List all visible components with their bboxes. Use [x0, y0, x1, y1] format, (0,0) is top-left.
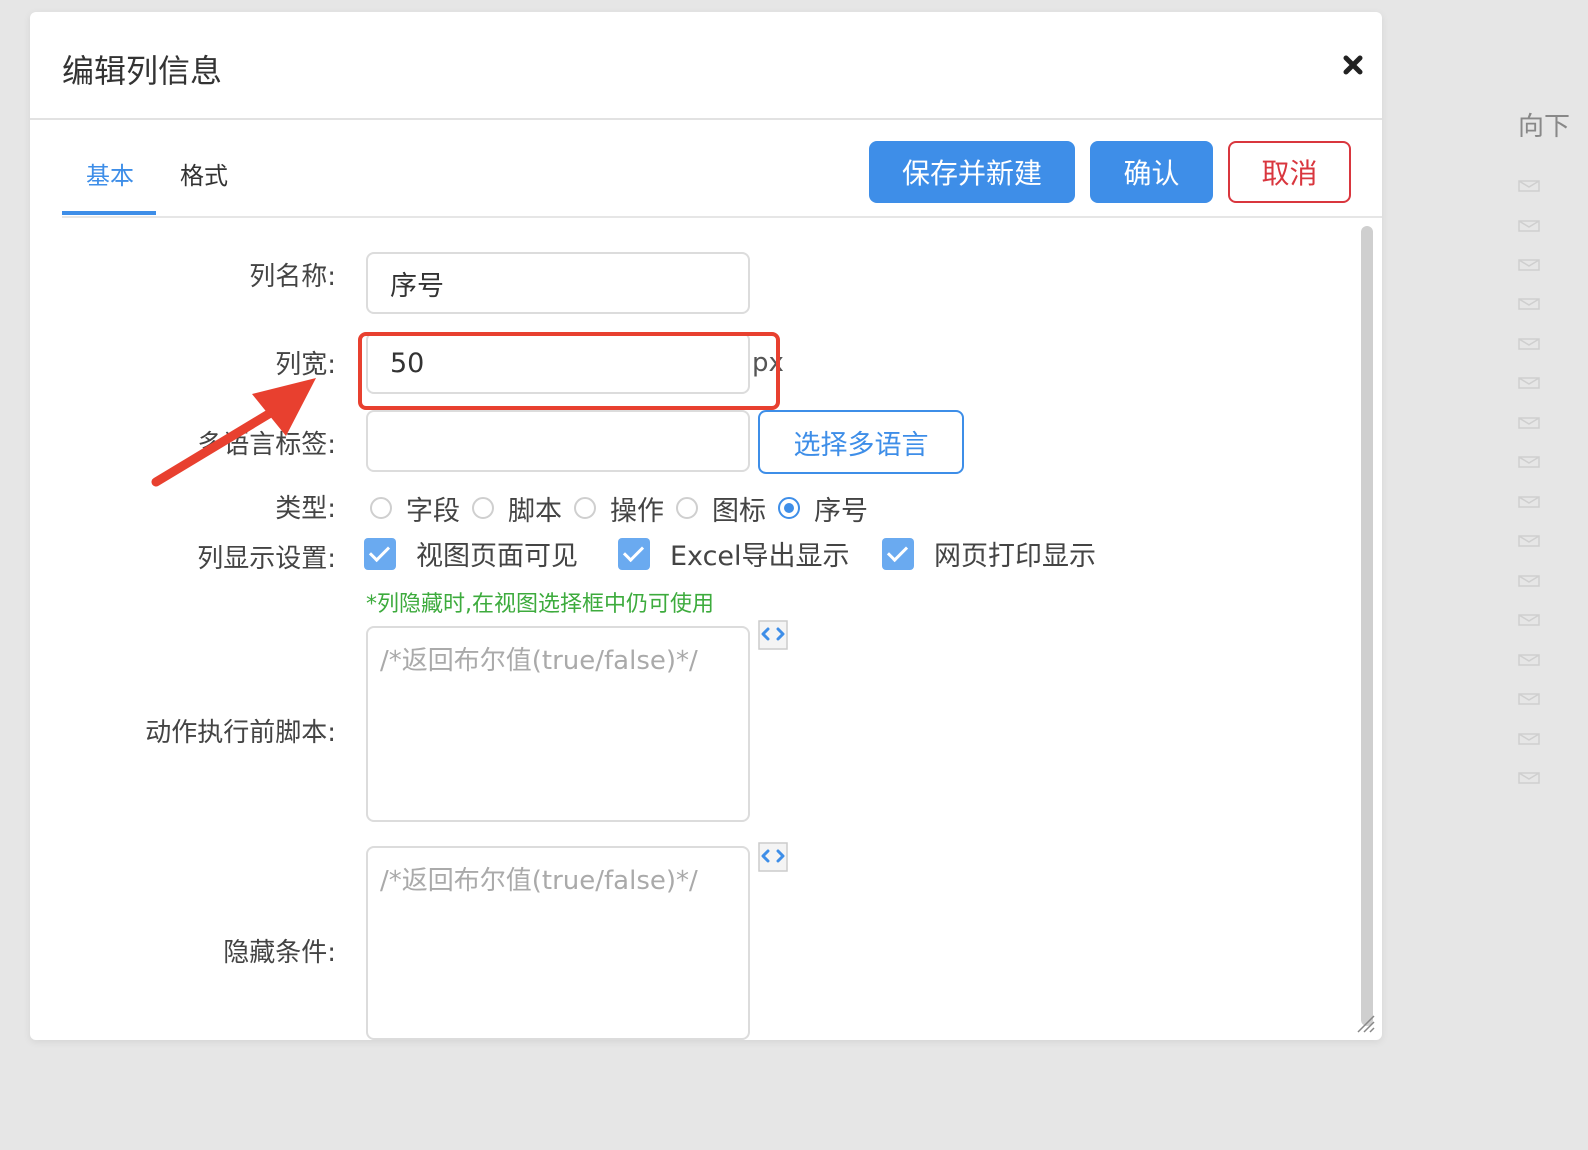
envelope-icon: [1518, 377, 1540, 389]
radio-label: 序号: [814, 495, 868, 527]
radio-label: 字段: [406, 495, 460, 527]
close-icon[interactable]: [1338, 50, 1368, 80]
i18n-tag-label: 多语言标签:: [197, 430, 336, 460]
display-settings-label: 列显示设置:: [197, 544, 336, 574]
tab-format[interactable]: 格式: [180, 156, 228, 191]
envelope-icon: [1518, 535, 1540, 547]
dialog-header: 编辑列信息: [30, 12, 1382, 120]
resize-grip-icon[interactable]: [1352, 1010, 1376, 1034]
radio-circle-selected[interactable]: [778, 497, 800, 519]
code-editor-icon[interactable]: [758, 620, 788, 650]
type-label: 类型:: [275, 494, 336, 524]
confirm-button[interactable]: 确认: [1090, 141, 1213, 203]
type-option-serial[interactable]: 序号: [778, 489, 868, 528]
pre-action-script-textarea[interactable]: [366, 626, 750, 822]
type-option-field[interactable]: 字段: [370, 489, 460, 528]
envelope-icon: [1518, 772, 1540, 784]
column-width-unit: px: [752, 348, 784, 378]
column-name-input[interactable]: [366, 252, 750, 314]
envelope-icon: [1518, 654, 1540, 666]
checkbox-label: 网页打印显示: [934, 541, 1096, 572]
envelope-icon: [1518, 456, 1540, 468]
type-option-script[interactable]: 脚本: [472, 489, 562, 528]
checkbox-label: Excel导出显示: [670, 541, 850, 572]
envelope-icon: [1518, 338, 1540, 350]
type-option-icon[interactable]: 图标: [676, 489, 766, 528]
hidden-column-hint: *列隐藏时,在视图选择框中仍可使用: [366, 592, 714, 617]
tab-basic[interactable]: 基本: [86, 156, 134, 191]
envelope-icon: [1518, 220, 1540, 232]
radio-label: 操作: [610, 495, 664, 527]
hide-condition-textarea[interactable]: [366, 846, 750, 1040]
i18n-tag-input[interactable]: [366, 410, 750, 472]
hide-condition-label: 隐藏条件:: [223, 938, 336, 968]
view-visible-checkbox[interactable]: 视图页面可见: [364, 534, 578, 573]
type-radio-group: 字段 脚本 操作 图标 序号: [370, 489, 880, 528]
radio-circle[interactable]: [370, 497, 392, 519]
column-width-label: 列宽:: [275, 350, 336, 380]
radio-label: 图标: [712, 495, 766, 527]
envelope-icon: [1518, 733, 1540, 745]
cancel-button[interactable]: 取消: [1228, 141, 1351, 203]
type-option-action[interactable]: 操作: [574, 489, 664, 528]
column-width-input[interactable]: [366, 332, 750, 394]
envelope-icon: [1518, 417, 1540, 429]
radio-circle[interactable]: [676, 497, 698, 519]
select-language-button[interactable]: 选择多语言: [758, 410, 964, 474]
checkbox-checked[interactable]: [618, 537, 650, 570]
excel-export-checkbox[interactable]: Excel导出显示: [618, 534, 850, 573]
vertical-scrollbar[interactable]: [1357, 222, 1375, 1034]
background-panel: 向下: [1500, 0, 1588, 1150]
envelope-icon: [1518, 298, 1540, 310]
radio-label: 脚本: [508, 495, 562, 527]
save-and-new-button[interactable]: 保存并新建: [869, 141, 1075, 203]
background-label: 向下: [1518, 112, 1571, 142]
envelope-icon: [1518, 575, 1540, 587]
active-tab-indicator: [62, 211, 156, 215]
pre-action-script-label: 动作执行前脚本:: [145, 718, 336, 748]
envelope-icon: [1518, 693, 1540, 705]
radio-circle[interactable]: [574, 497, 596, 519]
radio-circle[interactable]: [472, 497, 494, 519]
code-editor-icon[interactable]: [758, 842, 788, 872]
envelope-icon: [1518, 259, 1540, 271]
scrollbar-thumb[interactable]: [1361, 226, 1373, 1026]
envelope-icon: [1518, 614, 1540, 626]
checkbox-checked[interactable]: [882, 537, 914, 570]
envelope-icon: [1518, 180, 1540, 192]
dialog-title: 编辑列信息: [62, 52, 223, 90]
edit-column-dialog: 编辑列信息 基本 格式 保存并新建 确认 取消 列名称: 列宽: px 多语言标…: [30, 12, 1382, 1040]
envelope-icon: [1518, 496, 1540, 508]
checkbox-checked[interactable]: [364, 537, 396, 570]
web-print-checkbox[interactable]: 网页打印显示: [882, 534, 1096, 573]
checkbox-label: 视图页面可见: [416, 541, 578, 572]
column-name-label: 列名称:: [249, 262, 336, 292]
